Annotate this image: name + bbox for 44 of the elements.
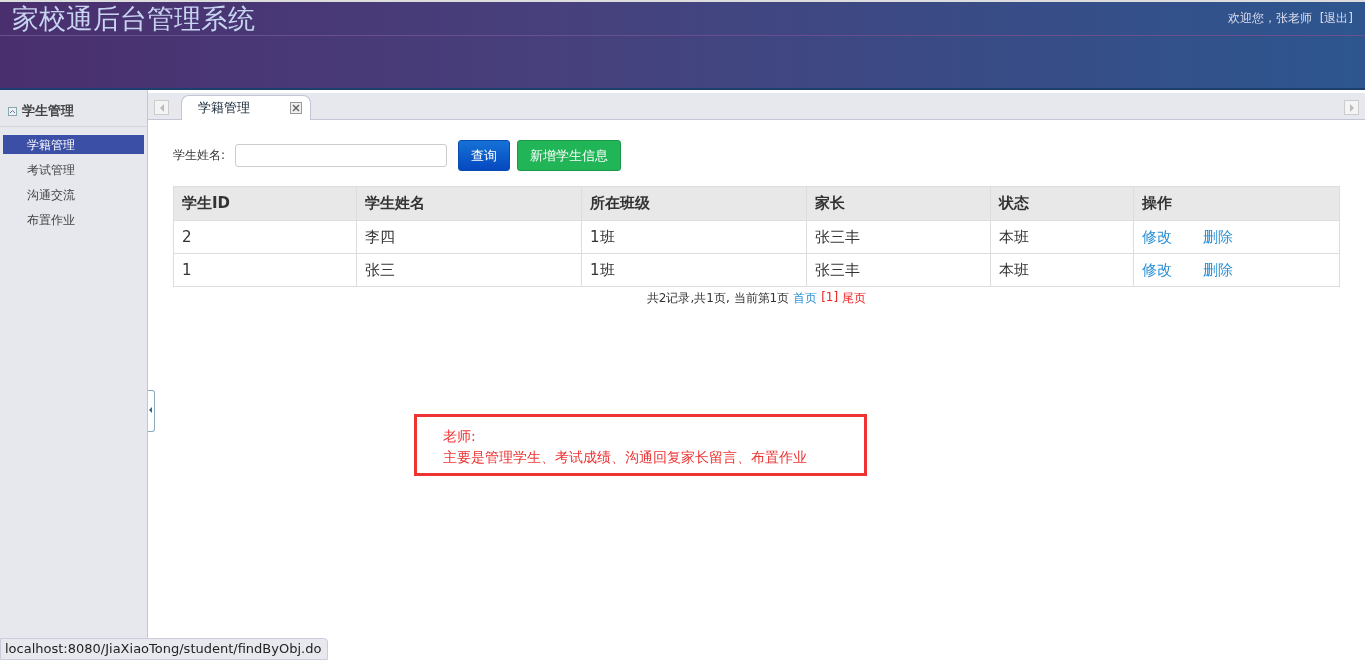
scroll-right-icon[interactable] [1344, 100, 1359, 115]
table-cell: 张三 [356, 253, 582, 287]
pagination-summary: 共2记录,共1页, 当前第1页 [646, 290, 790, 307]
table-cell: 李四 [356, 220, 582, 254]
sidebar-item[interactable]: 布置作业 [3, 210, 144, 229]
logout-link[interactable]: [退出] [1319, 10, 1353, 27]
search-label: 学生姓名: [173, 147, 226, 164]
close-icon[interactable] [290, 102, 302, 114]
collapse-handle[interactable] [148, 390, 155, 432]
table-cell: 本班 [990, 220, 1134, 254]
table-cell: 1班 [581, 253, 807, 287]
current-page-link[interactable]: [1] [821, 290, 839, 307]
column-header: 学生姓名 [356, 186, 582, 221]
column-header: 学生ID [173, 186, 357, 221]
table-cell: 张三丰 [806, 253, 991, 287]
status-bar-url: localhost:8080/JiaXiaoTong/student/findByObj.do [0, 638, 329, 660]
column-header: 所在班级 [581, 186, 807, 221]
query-button[interactable]: 查询 [458, 140, 511, 171]
delete-link[interactable]: 删除 [1203, 227, 1233, 246]
welcome-text: 欢迎您，张老师 [1227, 10, 1312, 27]
edit-link[interactable]: 修改 [1142, 227, 1172, 246]
sidebar-group-title[interactable]: 学生管理 [22, 102, 74, 120]
note-text: 主要是管理学生、考试成绩、沟通回复家长留言、布置作业 [443, 448, 808, 467]
first-page-link[interactable]: 首页 [793, 290, 818, 307]
column-header: 家长 [806, 186, 991, 221]
table-cell: 本班 [990, 253, 1134, 287]
name-input-field[interactable] [235, 144, 448, 167]
app-title: 家校通后台管理系统 [12, 1, 255, 36]
delete-link[interactable]: 删除 [1203, 260, 1233, 279]
column-header: 操作 [1133, 186, 1340, 221]
sidebar-item[interactable]: 考试管理 [3, 160, 144, 179]
tab[interactable]: 学籍管理 [181, 95, 311, 120]
table-cell: 1 [173, 253, 357, 287]
sidebar-item[interactable]: 学籍管理 [3, 135, 144, 154]
sidebar-item[interactable]: 沟通交流 [3, 185, 144, 204]
table-cell: 张三丰 [806, 220, 991, 254]
column-header: 状态 [990, 186, 1134, 221]
collapse-icon[interactable] [8, 106, 17, 116]
scroll-left-icon[interactable] [154, 100, 169, 115]
last-page-link[interactable]: 尾页 [842, 290, 867, 307]
note-text: 老师: [443, 427, 477, 446]
table-cell: 1班 [581, 220, 807, 254]
edit-link[interactable]: 修改 [1142, 260, 1172, 279]
table-cell: 2 [173, 220, 357, 254]
